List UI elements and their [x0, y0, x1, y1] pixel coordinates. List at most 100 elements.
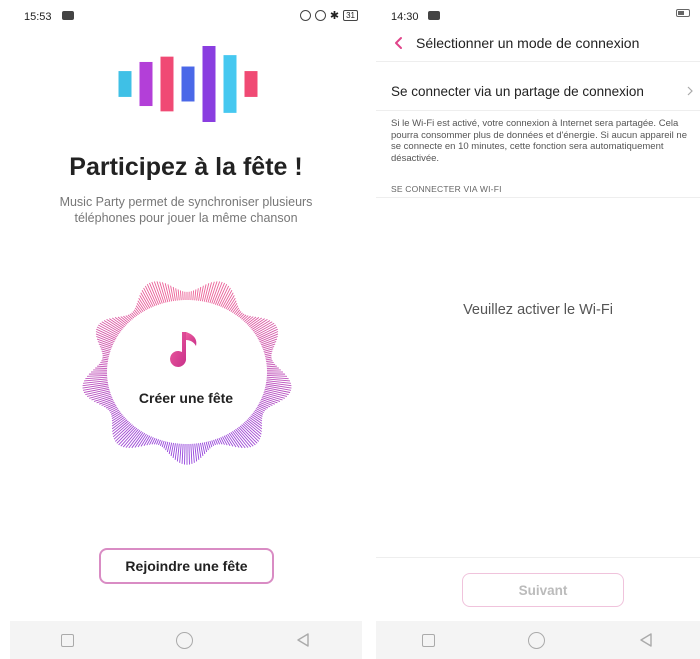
logo-bar: [118, 71, 132, 97]
ring-line: [196, 288, 199, 301]
create-party-label: Créer une fête: [138, 390, 234, 406]
logo-bar: [139, 61, 153, 107]
ring-line: [207, 441, 211, 449]
ring-line: [125, 315, 132, 321]
status-time: 14:30: [391, 11, 419, 23]
back-triangle-icon[interactable]: [638, 632, 654, 648]
ring-line: [102, 358, 109, 361]
next-button[interactable]: Suivant: [462, 573, 624, 607]
ring-line: [265, 358, 272, 361]
ring-line: [249, 416, 263, 427]
recent-apps-icon[interactable]: [422, 633, 436, 647]
divider: [376, 557, 700, 558]
ring-line: [184, 443, 186, 465]
ring-line: [134, 307, 141, 315]
ring-line: [175, 288, 178, 301]
ring-line: [266, 375, 287, 377]
ring-line: [262, 343, 276, 349]
ring-line: [190, 443, 193, 464]
back-chevron-icon[interactable]: [392, 36, 406, 50]
home-icon[interactable]: [176, 631, 193, 649]
ring-line: [194, 289, 197, 301]
ring-line: [265, 354, 272, 357]
ring-line: [111, 317, 125, 328]
recent-apps-icon[interactable]: [61, 633, 74, 647]
ring-line: [102, 352, 110, 356]
divider: [376, 197, 700, 198]
ring-line: [266, 363, 276, 366]
ring-line: [87, 375, 108, 377]
ring-line: [163, 441, 167, 449]
music-party-logo: [118, 46, 258, 122]
status-icons: ✱ 31: [299, 9, 358, 22]
ring-line: [192, 290, 195, 301]
music-note-icon: [170, 332, 197, 367]
ring-line: [179, 290, 182, 301]
ring-line: [266, 360, 273, 363]
ring-line: [179, 443, 182, 463]
ring-line: [266, 367, 279, 369]
alarm-icon: [314, 10, 326, 21]
ring-line: [233, 307, 240, 315]
ring-line: [249, 317, 263, 328]
ring-line: [209, 440, 213, 448]
logo-bar: [244, 71, 258, 97]
ring-line: [254, 409, 264, 415]
notification-icon: [62, 11, 74, 20]
wifi-status-icon: [299, 10, 311, 21]
ring-line: [161, 440, 165, 448]
logo-bar: [181, 66, 195, 102]
logo-bar: [160, 56, 174, 112]
ring-line: [158, 439, 161, 446]
ring-line: [95, 367, 108, 369]
chevron-right-icon: [687, 86, 693, 96]
ring-line: [128, 430, 142, 449]
divider: [376, 61, 700, 62]
section-header-wifi: SE CONNECTER VIA WI-FI: [391, 184, 502, 194]
ring-line: [98, 363, 108, 366]
ring-line: [107, 405, 117, 410]
divider: [376, 110, 700, 111]
join-party-button[interactable]: Rejoindre une fête: [99, 548, 274, 584]
ring-line: [188, 443, 190, 465]
wifi-disabled-message: Veuillez activer le Wi-Fi: [463, 302, 613, 318]
ring-line: [211, 440, 215, 446]
ring-line: [266, 362, 274, 364]
ring-line: [222, 436, 228, 446]
ring-line: [192, 443, 195, 463]
ring-line: [264, 352, 272, 356]
ring-line: [100, 362, 108, 364]
home-icon[interactable]: [527, 631, 545, 649]
page-title: Participez à la fête !: [69, 153, 303, 181]
ring-line: [85, 376, 108, 380]
ring-line: [98, 343, 112, 349]
navigation-bar: [10, 621, 362, 659]
ring-line: [213, 439, 216, 446]
notification-icon: [428, 11, 440, 20]
back-triangle-icon[interactable]: [295, 632, 311, 648]
ring-line: [266, 365, 277, 368]
ring-line: [265, 356, 272, 359]
ring-line: [146, 436, 152, 446]
music-party-screen: 15:53 ✱ 31 Participez à la fête ! Music …: [0, 0, 372, 659]
ring-line: [108, 406, 118, 412]
ring-line: [176, 443, 180, 462]
hotspot-description: Si le Wi-Fi est activé, votre connexion …: [391, 118, 687, 164]
hotspot-connect-row[interactable]: Se connecter via un partage de connexion: [376, 74, 700, 108]
ring-line: [203, 283, 210, 302]
ring-line: [82, 383, 109, 389]
ring-line: [265, 383, 292, 389]
connection-mode-screen: 14:30 Sélectionner un mode de connexion …: [376, 0, 700, 659]
ring-line: [110, 408, 119, 414]
ring-line: [255, 408, 264, 414]
logo-bar: [223, 55, 237, 113]
ring-line: [159, 440, 163, 446]
page-subtitle: Music Party permet de synchroniser plusi…: [59, 195, 313, 225]
ring-line: [174, 443, 178, 460]
ring-line: [110, 409, 120, 415]
ring-line: [156, 439, 160, 445]
bluetooth-icon: ✱: [329, 10, 340, 22]
ring-line: [181, 443, 184, 464]
ring-line: [102, 356, 109, 359]
ring-line: [242, 315, 249, 321]
